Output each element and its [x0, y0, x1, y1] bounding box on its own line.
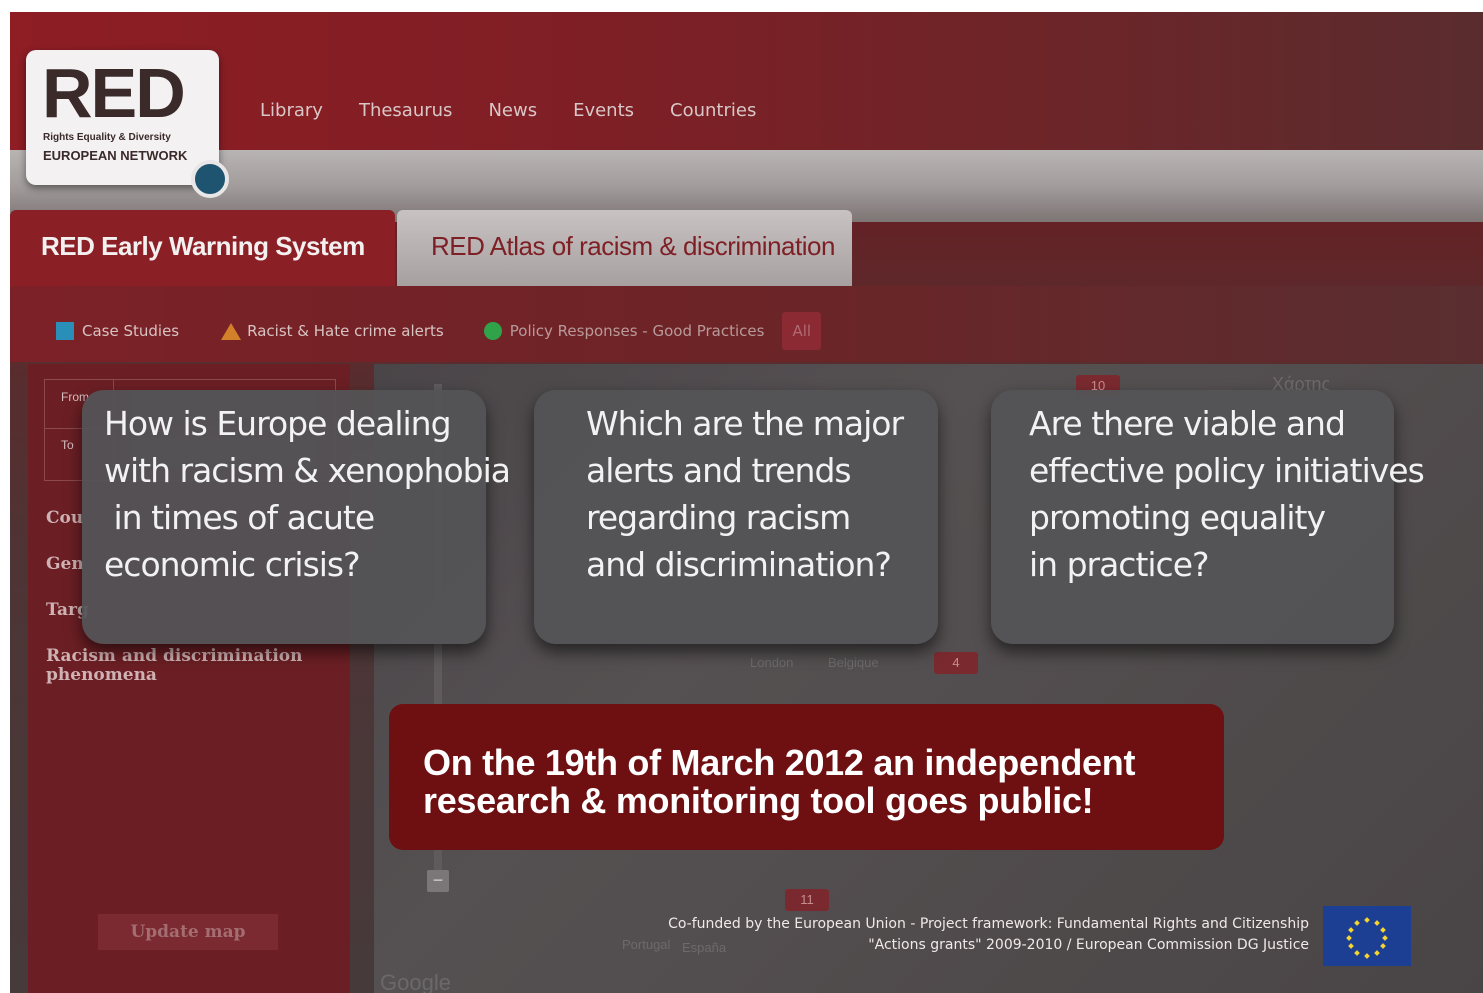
policy-circle-icon [483, 322, 502, 340]
alert-triangle-icon [221, 322, 242, 340]
legend-case-studies[interactable]: Case Studies [82, 322, 179, 340]
screenshot-frame: RED Rights Equality & Diversity EUROPEAN… [10, 12, 1483, 993]
cofunding-line-2: "Actions grants" 2009-2010 / European Co… [868, 937, 1309, 953]
update-map-button[interactable]: Update map [98, 914, 278, 950]
launch-banner: On the 19th of March 2012 an independent… [389, 704, 1224, 850]
top-bar [10, 12, 1483, 150]
nav-library[interactable]: Library [260, 100, 323, 121]
legend-policy[interactable]: Policy Responses - Good Practices [510, 322, 765, 340]
map-cluster[interactable]: 11 [785, 889, 829, 911]
nav-countries[interactable]: Countries [670, 100, 756, 121]
logo-network: EUROPEAN NETWORK [43, 148, 188, 163]
map-label-portugal: Portugal [622, 937, 671, 952]
filter-country[interactable]: Cou [46, 508, 83, 528]
question-card-3: Are there viable and effective policy ini… [991, 390, 1425, 644]
logo-title: RED [42, 54, 186, 132]
logo-dot-icon [191, 160, 229, 198]
nav-thesaurus[interactable]: Thesaurus [359, 100, 452, 121]
nav-events[interactable]: Events [573, 100, 634, 121]
card-text: How is Europe dealing with racism & xenop… [104, 404, 511, 584]
google-logo: Google [380, 970, 451, 993]
question-card-2: Which are the major alerts and trends rega… [534, 390, 938, 644]
question-card-1: How is Europe dealing with racism & xenop… [82, 390, 511, 644]
eu-flag-icon [1323, 906, 1411, 966]
tab-atlas-label: RED Atlas of racism & discrimination [431, 231, 835, 261]
red-logo[interactable]: RED Rights Equality & Diversity EUROPEAN… [26, 50, 229, 198]
filter-racism-discrimination[interactable]: Racism and discrimination [46, 646, 303, 666]
banner-line-2: research & monitoring tool goes public! [423, 780, 1094, 821]
tab-early-warning-system[interactable]: RED Early Warning System [10, 210, 395, 286]
map-legend: Case Studies Racist & Hate crime alerts … [56, 312, 822, 350]
nav-news[interactable]: News [488, 100, 537, 121]
all-filter-button[interactable]: All [782, 312, 822, 350]
card-text: Which are the major alerts and trends rega… [586, 404, 904, 584]
filter-phenomena: phenomena [46, 665, 157, 685]
case-studies-icon [56, 322, 74, 340]
tab-atlas[interactable]: RED Atlas of racism & discrimination [397, 210, 852, 286]
filter-gender[interactable]: Gen [46, 554, 84, 574]
legend-alerts[interactable]: Racist & Hate crime alerts [247, 322, 444, 340]
map-cluster[interactable]: 4 [934, 652, 978, 674]
map-label-london: London [750, 655, 794, 670]
banner-line-1: On the 19th of March 2012 an independent [423, 742, 1136, 783]
map-label-belgique: Belgique [828, 655, 879, 670]
to-label: To [61, 438, 74, 452]
main-nav: Library Thesaurus News Events Countries [260, 100, 756, 121]
logo-subtitle: Rights Equality & Diversity [43, 132, 171, 143]
tab-early-warning-label: RED Early Warning System [41, 231, 365, 261]
zoom-out-button[interactable]: − [427, 870, 449, 892]
cofunding-notice: Co-funded by the European Union - Projec… [668, 914, 1309, 956]
card-text: Are there viable and effective policy ini… [1029, 404, 1425, 584]
cofunding-line-1: Co-funded by the European Union - Projec… [668, 916, 1309, 932]
